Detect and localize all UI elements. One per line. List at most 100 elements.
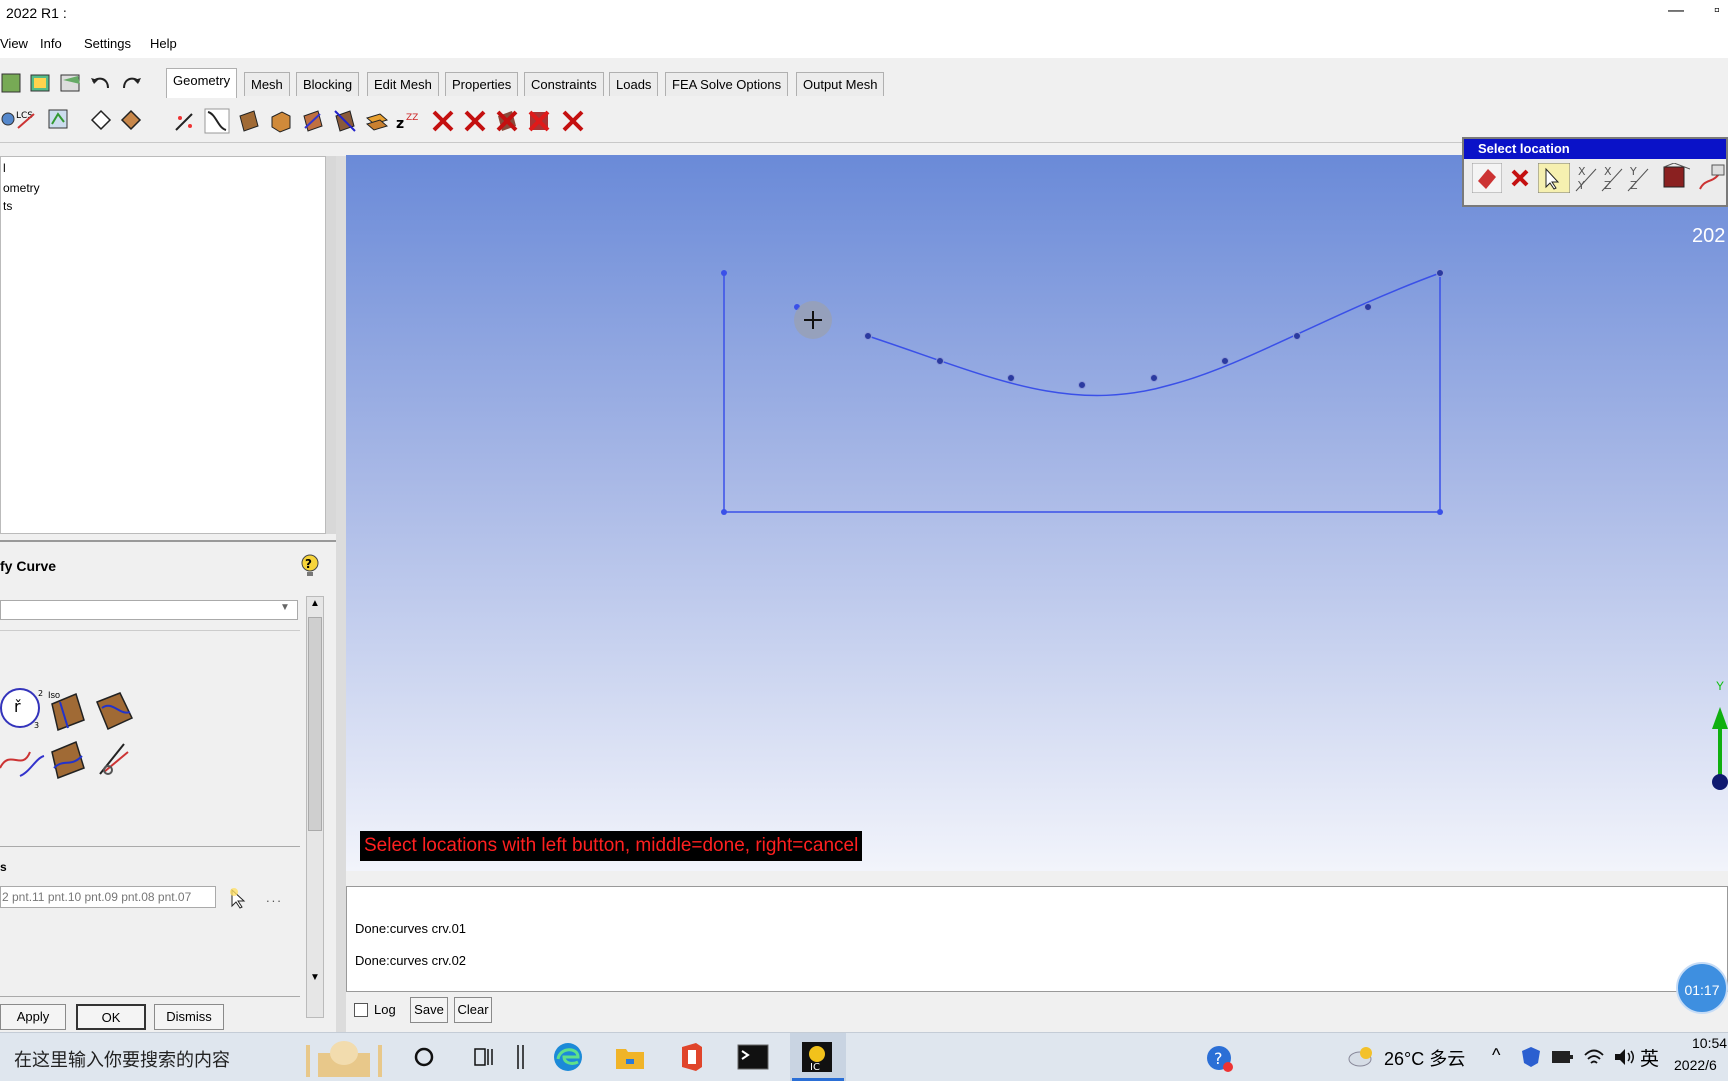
delete-body-icon[interactable] bbox=[526, 108, 552, 134]
office-icon[interactable] bbox=[676, 1041, 708, 1073]
point bbox=[1221, 357, 1229, 365]
log-checkbox[interactable] bbox=[354, 1003, 368, 1017]
ok-button[interactable]: OK bbox=[76, 1004, 146, 1030]
apply-button[interactable]: Apply bbox=[0, 1004, 66, 1030]
tab-mesh[interactable]: Mesh bbox=[244, 72, 290, 96]
tree-item[interactable]: ts bbox=[3, 199, 12, 213]
clock-date[interactable]: 2022/6 bbox=[1674, 1057, 1717, 1073]
geometry-ops-icon[interactable] bbox=[332, 108, 358, 134]
create-point-icon[interactable] bbox=[172, 108, 198, 134]
tab-edit-mesh[interactable]: Edit Mesh bbox=[367, 72, 439, 96]
scroll-down-icon[interactable]: ▼ bbox=[310, 972, 320, 983]
task-view-icon[interactable] bbox=[472, 1045, 496, 1069]
display-icon[interactable] bbox=[46, 106, 72, 132]
shield-icon[interactable] bbox=[1520, 1045, 1542, 1069]
taskbar-search-input[interactable]: 在这里输入你要搜索的内容 bbox=[14, 1046, 230, 1072]
create-surface-icon[interactable] bbox=[236, 108, 262, 134]
method-dropdown[interactable] bbox=[0, 600, 298, 620]
repair-geometry-icon[interactable] bbox=[300, 108, 326, 134]
xz-plane-icon[interactable]: XZ bbox=[1600, 163, 1624, 193]
split-curve-icon[interactable] bbox=[94, 738, 136, 780]
help-support-icon[interactable]: ? bbox=[1204, 1043, 1234, 1073]
scrollbar-thumb[interactable] bbox=[308, 617, 322, 831]
form-scrollbar[interactable] bbox=[306, 596, 324, 1018]
message-log: Done:curves crv.01 Done:curves crv.02 bbox=[346, 886, 1728, 992]
curve-modify-method-icon[interactable]: ř 2 3 bbox=[0, 686, 44, 730]
yz-plane-icon[interactable]: YZ bbox=[1626, 163, 1650, 193]
tab-properties[interactable]: Properties bbox=[445, 72, 519, 96]
delete-surface-icon[interactable] bbox=[494, 108, 520, 134]
transform-icon[interactable] bbox=[364, 108, 390, 134]
menu-help[interactable]: Help bbox=[150, 36, 177, 51]
file-explorer-icon[interactable] bbox=[614, 1041, 646, 1073]
wifi-icon[interactable] bbox=[1582, 1045, 1606, 1069]
menu-info[interactable]: Info bbox=[40, 36, 62, 51]
recording-timer[interactable]: 01:17 bbox=[1676, 962, 1728, 1014]
tree-scrollbar[interactable] bbox=[326, 156, 336, 534]
file-icon[interactable] bbox=[0, 70, 26, 96]
lcs-icon[interactable]: LCS bbox=[14, 106, 40, 132]
screen-select-icon[interactable] bbox=[1538, 163, 1570, 193]
points-field[interactable]: 2 pnt.11 pnt.10 pnt.09 pnt.08 pnt.07 bbox=[0, 886, 216, 908]
save-button[interactable]: Save bbox=[410, 997, 448, 1023]
weather-text[interactable]: 26°C 多云 bbox=[1384, 1045, 1465, 1071]
edge-icon[interactable] bbox=[552, 1041, 584, 1073]
solid-icon[interactable] bbox=[118, 106, 144, 132]
create-curve-icon[interactable] bbox=[204, 108, 230, 134]
save-icon[interactable] bbox=[58, 70, 84, 96]
undo-icon[interactable] bbox=[88, 70, 114, 96]
task-view-circle-icon[interactable] bbox=[412, 1045, 436, 1069]
select-point-icon[interactable] bbox=[1472, 163, 1502, 193]
icem-app-icon[interactable]: IC bbox=[800, 1040, 834, 1074]
clear-button[interactable]: Clear bbox=[454, 997, 492, 1023]
model-tree: l ometry ts bbox=[0, 156, 326, 534]
cancel-selection-icon[interactable] bbox=[1506, 163, 1534, 193]
more-button[interactable]: ... bbox=[266, 890, 283, 905]
select-body-icon[interactable] bbox=[1660, 163, 1690, 193]
sleep-icon[interactable]: z ZZ bbox=[394, 108, 420, 134]
tab-geometry[interactable]: Geometry bbox=[166, 68, 238, 98]
battery-icon[interactable] bbox=[1550, 1047, 1574, 1067]
iso-curve-icon[interactable] bbox=[48, 690, 88, 732]
terminal-icon[interactable] bbox=[736, 1041, 770, 1073]
create-body-icon[interactable] bbox=[268, 108, 294, 134]
delete-curve-icon[interactable] bbox=[462, 108, 488, 134]
project-curve-icon[interactable] bbox=[48, 738, 88, 780]
dismiss-button[interactable]: Dismiss bbox=[154, 1004, 224, 1030]
open-icon[interactable] bbox=[28, 70, 54, 96]
surface-curve-icon[interactable] bbox=[94, 690, 136, 732]
tab-blocking[interactable]: Blocking bbox=[296, 72, 360, 96]
minimize-button[interactable]: — bbox=[1668, 2, 1684, 20]
curve-extend-icon[interactable] bbox=[0, 738, 46, 780]
chevron-up-icon[interactable]: ^ bbox=[1492, 1045, 1500, 1066]
svg-text:3: 3 bbox=[34, 721, 39, 730]
point bbox=[936, 357, 944, 365]
select-cursor-icon[interactable] bbox=[226, 886, 252, 910]
clock-time[interactable]: 10:54 bbox=[1692, 1035, 1727, 1051]
graphics-viewport[interactable]: 202 Y Select locations with left button,… bbox=[346, 155, 1728, 871]
point bbox=[721, 270, 727, 276]
ime-indicator[interactable]: 英 bbox=[1640, 1044, 1659, 1071]
tree-item[interactable]: l bbox=[3, 161, 6, 175]
maximize-button[interactable]: ▫ bbox=[1714, 2, 1720, 20]
tab-fea-solve-options[interactable]: FEA Solve Options bbox=[665, 72, 789, 96]
select-curve-icon[interactable] bbox=[1696, 163, 1726, 193]
volume-icon[interactable] bbox=[1612, 1045, 1636, 1069]
tab-loads[interactable]: Loads bbox=[609, 72, 659, 96]
delete-any-icon[interactable] bbox=[560, 108, 586, 134]
scroll-up-icon[interactable]: ▲ bbox=[310, 598, 320, 609]
help-icon[interactable]: ? bbox=[300, 554, 320, 578]
wireframe-icon[interactable] bbox=[88, 106, 114, 132]
redo-icon[interactable] bbox=[118, 70, 144, 96]
modify-curve-panel: fy Curve ? ▼ ▲ ▼ ř23 Iso s 2 pnt.11 pnt.… bbox=[0, 540, 336, 1032]
xy-plane-icon[interactable]: XY bbox=[1574, 163, 1598, 193]
geometry-canvas[interactable] bbox=[346, 155, 1728, 871]
delete-point-icon[interactable] bbox=[430, 108, 456, 134]
menu-settings[interactable]: Settings bbox=[84, 36, 131, 51]
tab-constraints[interactable]: Constraints bbox=[524, 72, 604, 96]
panel-splitter[interactable] bbox=[336, 156, 346, 1032]
tree-item-geometry[interactable]: ometry bbox=[3, 181, 40, 195]
tab-output-mesh[interactable]: Output Mesh bbox=[796, 72, 885, 96]
menu-view[interactable]: View bbox=[0, 36, 28, 51]
svg-text:X: X bbox=[1578, 165, 1586, 178]
